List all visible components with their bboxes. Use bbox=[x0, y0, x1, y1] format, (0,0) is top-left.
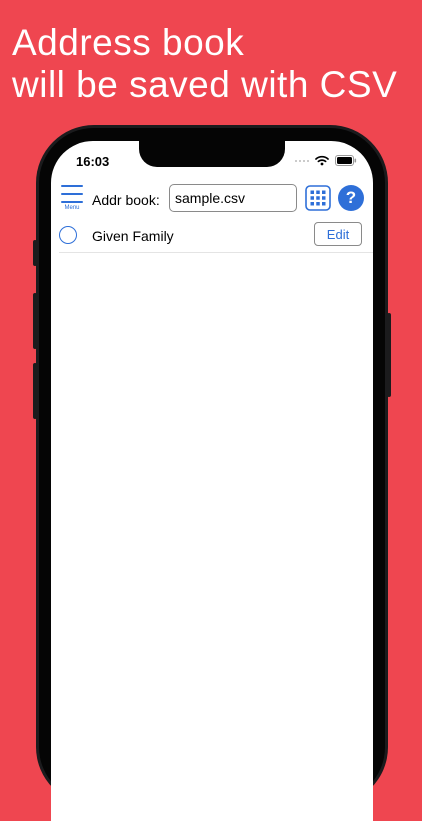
promo-headline: Address book will be saved with CSV bbox=[12, 22, 416, 106]
hamburger-icon bbox=[61, 185, 83, 187]
wifi-icon bbox=[315, 155, 329, 166]
phone-screen: 16:03 Menu Addr book: sample.csv ? Given… bbox=[51, 141, 373, 821]
volume-down-button bbox=[33, 363, 37, 419]
contact-name: Given Family bbox=[92, 228, 174, 244]
headline-line-1: Address book bbox=[12, 22, 245, 63]
hamburger-icon-bar bbox=[61, 201, 83, 203]
battery-icon bbox=[335, 155, 357, 166]
notch bbox=[139, 141, 285, 167]
volume-up-button bbox=[33, 293, 37, 349]
help-button[interactable]: ? bbox=[338, 185, 364, 211]
power-button bbox=[387, 313, 391, 397]
silent-switch bbox=[33, 240, 37, 266]
contact-list: Given Family Edit bbox=[51, 221, 373, 253]
menu-label: Menu bbox=[64, 205, 80, 211]
toolbar: Menu Addr book: ? bbox=[51, 181, 373, 221]
addr-book-label: Addr book: bbox=[92, 192, 160, 208]
select-radio[interactable] bbox=[59, 226, 77, 244]
status-icons bbox=[295, 155, 357, 166]
grid-icon[interactable] bbox=[305, 185, 331, 211]
headline-line-2: will be saved with CSV bbox=[12, 64, 398, 105]
addr-book-file-input[interactable] bbox=[169, 184, 297, 212]
phone-frame: 16:03 Menu Addr book: sample.csv ? Given… bbox=[33, 125, 391, 821]
edit-button[interactable]: Edit bbox=[314, 222, 362, 246]
menu-button[interactable]: Menu bbox=[59, 184, 85, 216]
status-time: 16:03 bbox=[76, 154, 110, 169]
list-item: Given Family Edit bbox=[59, 221, 373, 253]
hamburger-icon-bar bbox=[61, 193, 83, 195]
cellular-signal-icon bbox=[295, 159, 309, 162]
